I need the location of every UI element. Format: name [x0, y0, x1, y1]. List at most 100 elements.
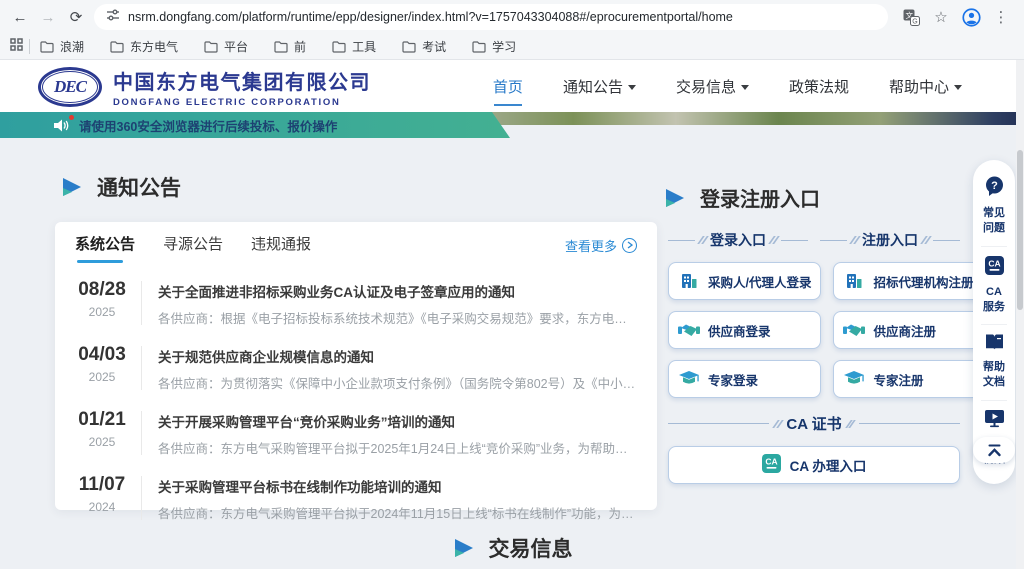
notices-section-header: 通知公告 — [60, 172, 181, 202]
divider — [29, 39, 30, 54]
trade-info-section-header: 交易信息 — [0, 533, 1024, 563]
bookmark-folder[interactable]: 浪潮 — [40, 38, 84, 55]
ca-card-icon: CA — [984, 263, 1005, 280]
section-title: 交易信息 — [489, 533, 573, 563]
notice-tabs: 系统公告 寻源公告 违规通报 查看更多 — [55, 222, 657, 268]
dropdown-caret-icon — [954, 85, 962, 90]
notice-item[interactable]: 04/032025 关于规范供应商企业规模信息的通知各供应商：为贯彻落实《保障中… — [75, 335, 637, 400]
bookmark-folder[interactable]: 学习 — [472, 38, 516, 55]
notice-title: 关于全面推进非招标采购业务CA认证及电子签章应用的通知 — [158, 281, 637, 301]
nav-item-trade-info[interactable]: 交易信息 — [676, 76, 749, 97]
address-bar[interactable]: nsrm.dongfang.com/platform/runtime/epp/d… — [94, 4, 888, 30]
expert-register-button[interactable]: 专家注册 — [833, 360, 983, 398]
notice-summary: 各供应商：东方电气采购管理平台拟于2024年11月15日上线“标书在线制作”功能… — [158, 503, 637, 522]
profile-icon[interactable] — [958, 4, 984, 30]
dropdown-caret-icon — [628, 85, 636, 90]
video-icon — [984, 415, 1005, 432]
notice-summary: 各供应商：根据《电子招标投标系统技术规范》《电子采购交易规范》要求，东方电气采购… — [158, 308, 637, 327]
svg-text:?: ? — [991, 180, 998, 192]
graduation-cap-icon — [843, 371, 865, 387]
supplier-register-button[interactable]: 供应商注册 — [833, 311, 983, 349]
section-arrow-icon — [452, 539, 475, 557]
browser-menu-icon[interactable]: ⋮ — [988, 4, 1014, 30]
notice-title: 关于采购管理平台标书在线制作功能培训的通知 — [158, 476, 637, 496]
active-underline — [494, 104, 522, 106]
notice-item[interactable]: 11/072024 关于采购管理平台标书在线制作功能培训的通知各供应商：东方电气… — [75, 465, 637, 530]
browser-notice-banner: 请使用360安全浏览器进行后续投标、报价操作 — [0, 112, 510, 138]
nav-item-home[interactable]: 首页 — [493, 76, 523, 97]
tune-icon[interactable] — [106, 8, 120, 27]
divider — [141, 476, 142, 520]
divider — [141, 281, 142, 325]
section-arrow-icon — [60, 178, 83, 196]
quickbar-item-faq[interactable]: ? 常见问题 — [973, 167, 1015, 246]
company-name-cn: 中国东方电气集团有限公司 — [113, 66, 371, 95]
bookmark-folder[interactable]: 考试 — [402, 38, 446, 55]
bookmark-star-icon[interactable]: ☆ — [928, 4, 954, 30]
bookmark-folder[interactable]: 工具 — [332, 38, 376, 55]
notice-year: 2025 — [75, 370, 129, 384]
ca-apply-button[interactable]: CA CA 办理入口 — [668, 446, 960, 484]
nav-item-notices[interactable]: 通知公告 — [563, 76, 636, 97]
translate-icon[interactable]: 文G — [898, 4, 924, 30]
url-text: nsrm.dongfang.com/platform/runtime/epp/d… — [128, 10, 733, 24]
notice-title: 关于开展采购管理平台“竞价采购业务”培训的通知 — [158, 411, 637, 431]
tab-violation-reports[interactable]: 违规通报 — [251, 222, 311, 268]
expert-login-button[interactable]: 专家登录 — [668, 360, 821, 398]
notice-title: 关于规范供应商企业规模信息的通知 — [158, 346, 637, 366]
bookmark-folder[interactable]: 平台 — [204, 38, 248, 55]
company-logo[interactable]: DEC 中国东方电气集团有限公司 DONGFANG ELECTRIC CORPO… — [38, 66, 371, 108]
bookmark-folder[interactable]: 东方电气 — [110, 38, 178, 55]
register-group-header: 注册入口 — [820, 230, 960, 250]
screen: ← → ⟳ nsrm.dongfang.com/platform/runtime… — [0, 0, 1024, 569]
notices-card: 系统公告 寻源公告 违规通报 查看更多 08/282025 关于全面推进非招标采… — [55, 222, 657, 510]
chevron-right-circle-icon — [622, 238, 637, 253]
scrollbar-track[interactable] — [1016, 60, 1024, 569]
handshake-icon — [843, 323, 865, 338]
scrollbar-thumb[interactable] — [1017, 150, 1023, 310]
banner-text: 请使用360安全浏览器进行后续投标、报价操作 — [79, 116, 337, 135]
notice-date: 08/28 — [75, 279, 129, 301]
section-arrow-icon — [663, 189, 686, 207]
bid-agency-register-button[interactable]: 招标代理机构注册 — [833, 262, 983, 300]
notice-year: 2024 — [75, 500, 129, 514]
site-header: DEC 中国东方电气集团有限公司 DONGFANG ELECTRIC CORPO… — [0, 60, 1024, 112]
graduation-cap-icon — [678, 371, 700, 387]
notice-item[interactable]: 01/21 2025 关于开展采购管理平台“竞价采购业务”培训的通知各供应商：东方… — [75, 400, 637, 465]
svg-text:CA: CA — [765, 457, 777, 467]
quickbar-item-ca-service[interactable]: CA CA服务 — [973, 246, 1015, 325]
bookmark-folder[interactable]: 前 — [274, 38, 306, 55]
handshake-icon — [678, 323, 700, 338]
toolbar-actions: 文G ☆ ⋮ — [898, 4, 1018, 30]
notice-date: 01/21 — [75, 409, 129, 431]
forward-icon[interactable]: → — [34, 9, 62, 26]
tab-system-notices[interactable]: 系统公告 — [75, 222, 135, 268]
login-panel: 登录入口 注册入口 采购人/代理人登录 招标代理机构注册 供应商登录 — [668, 230, 960, 484]
supplier-login-button[interactable]: 供应商登录 — [668, 311, 821, 349]
apps-grid-icon[interactable] — [10, 38, 23, 56]
divider — [141, 411, 142, 455]
ca-group-header: CA 证书 — [668, 413, 960, 434]
collapse-to-top-icon — [987, 444, 1002, 457]
collapse-quickbar-button[interactable] — [973, 437, 1015, 463]
refresh-icon[interactable]: ⟳ — [62, 8, 90, 26]
notice-year: 2025 — [75, 435, 129, 449]
nav-item-help-center[interactable]: 帮助中心 — [889, 76, 962, 97]
buyer-agent-login-button[interactable]: 采购人/代理人登录 — [668, 262, 821, 300]
dec-logo-icon: DEC — [38, 67, 102, 107]
nav-item-policies[interactable]: 政策法规 — [789, 76, 849, 97]
tab-sourcing-notices[interactable]: 寻源公告 — [163, 222, 223, 268]
view-more-link[interactable]: 查看更多 — [565, 236, 637, 255]
building-icon — [678, 271, 700, 291]
notice-list: 08/28 2025 关于全面推进非招标采购业务CA认证及电子签章应用的通知各供应… — [55, 268, 657, 530]
building-icon — [843, 271, 865, 291]
divider — [141, 346, 142, 390]
company-name-en: DONGFANG ELECTRIC CORPORATION — [113, 97, 371, 108]
bookmarks-bar: 浪潮 东方电气 平台 前 工具 考试 学习 — [0, 34, 1024, 60]
login-section-header: 登录注册入口 — [663, 183, 820, 212]
quickbar-item-help-docs[interactable]: 帮助文档 — [973, 324, 1015, 400]
notice-item[interactable]: 08/282025 关于全面推进非招标采购业务CA认证及电子签章应用的通知各供应… — [75, 270, 637, 335]
main-nav: 首页 通知公告 交易信息 政策法规 帮助中心 — [493, 60, 962, 112]
back-icon[interactable]: ← — [6, 9, 34, 26]
notice-summary: 各供应商：东方电气采购管理平台拟于2025年1月24日上线“竞价采购”业务，为帮… — [158, 438, 637, 457]
